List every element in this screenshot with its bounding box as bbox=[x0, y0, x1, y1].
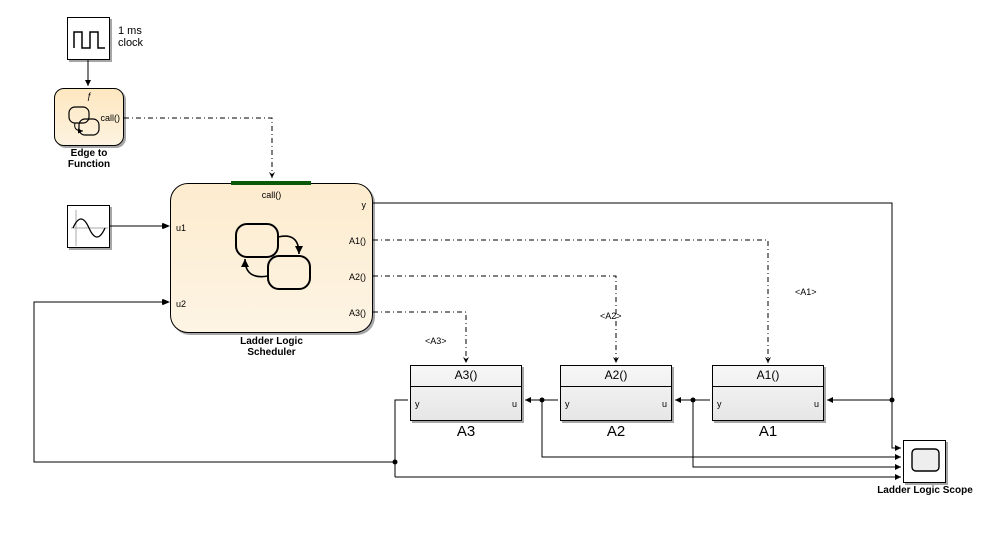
scheduler-a3-port: A3() bbox=[349, 308, 366, 318]
fcn-block-a2[interactable]: A2() y u bbox=[560, 365, 672, 421]
fcn-block-a3[interactable]: A3() y u bbox=[410, 365, 522, 421]
fcn-a1-name: A1 bbox=[712, 423, 824, 440]
pulse-generator-label: 1 ms clock bbox=[118, 25, 143, 49]
scope-label: Ladder Logic Scope bbox=[850, 485, 1000, 496]
edge-out-port: call() bbox=[101, 113, 121, 123]
fcn-a2-header: A2() bbox=[561, 366, 671, 387]
fcn-a2-in-port: u bbox=[662, 399, 667, 409]
fcn-a1-in-port: u bbox=[814, 399, 819, 409]
tag-a1: <A1> bbox=[795, 287, 817, 297]
fcn-a2-out-port: y bbox=[565, 399, 570, 409]
scheduler-call-port: call() bbox=[171, 190, 372, 200]
scheduler-y-port: y bbox=[362, 200, 367, 210]
scheduler-a2-port: A2() bbox=[349, 272, 366, 282]
fcn-a1-header: A1() bbox=[713, 366, 823, 387]
edge-to-function-block[interactable]: ƒ call() bbox=[54, 88, 124, 146]
scheduler-u1-port: u1 bbox=[176, 223, 186, 233]
fcn-a3-header: A3() bbox=[411, 366, 521, 387]
fcn-a1-out-port: y bbox=[717, 399, 722, 409]
tag-a3: <A3> bbox=[425, 336, 447, 346]
trigger-bar bbox=[231, 181, 311, 185]
scheduler-u2-port: u2 bbox=[176, 299, 186, 309]
fcn-a2-title: A2() bbox=[561, 366, 671, 382]
fcn-a3-in-port: u bbox=[512, 399, 517, 409]
fcn-block-a1[interactable]: A1() y u bbox=[712, 365, 824, 421]
scheduler-a1-port: A1() bbox=[349, 236, 366, 246]
ladder-logic-scheduler-block[interactable]: call() u1 u2 y A1() A2() A3() bbox=[170, 183, 373, 333]
fcn-a3-out-port: y bbox=[415, 399, 420, 409]
edge-to-function-label: Edge to Function bbox=[54, 148, 124, 170]
fcn-a3-name: A3 bbox=[410, 423, 522, 440]
scope-block[interactable] bbox=[903, 440, 946, 483]
edge-glyph: ƒ bbox=[86, 91, 91, 101]
fcn-a1-title: A1() bbox=[713, 366, 823, 382]
tag-a2: <A2> bbox=[600, 311, 622, 321]
scheduler-label: Ladder Logic Scheduler bbox=[170, 336, 373, 358]
sine-wave-block[interactable] bbox=[67, 205, 110, 248]
fcn-a2-name: A2 bbox=[560, 423, 672, 440]
fcn-a3-title: A3() bbox=[411, 366, 521, 382]
pulse-generator-block[interactable] bbox=[67, 17, 110, 60]
